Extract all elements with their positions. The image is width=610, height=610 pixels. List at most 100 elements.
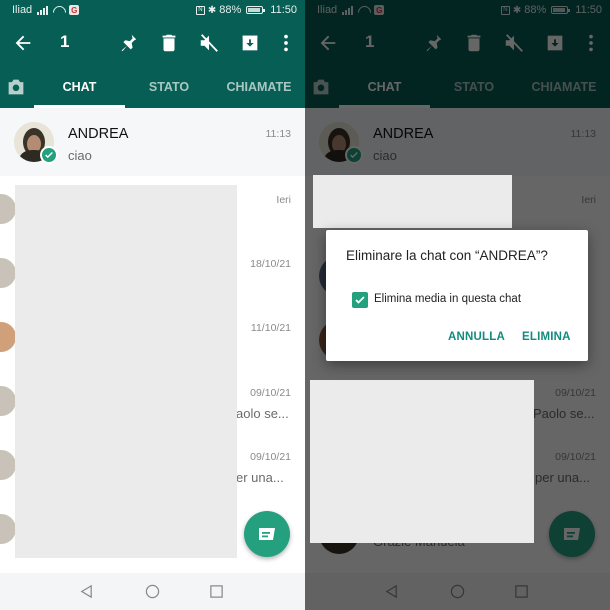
more-options-icon[interactable] — [580, 32, 602, 54]
checkmark-icon — [355, 296, 365, 304]
chat-time: 09/10/21 — [555, 451, 596, 463]
app-notification-icon: G — [69, 5, 80, 15]
battery-percent: 88% — [219, 4, 242, 16]
signal-icon — [342, 5, 354, 15]
selected-count: 1 — [365, 32, 375, 51]
chat-time: Ieri — [581, 194, 596, 206]
chat-time: 09/10/21 — [250, 451, 291, 463]
chat-time: 18/10/21 — [250, 258, 291, 270]
bluetooth-icon: ✱ — [512, 4, 522, 16]
avatar — [0, 450, 16, 480]
avatar — [0, 386, 16, 416]
pin-icon[interactable] — [117, 32, 139, 54]
redaction-block — [15, 185, 237, 558]
mute-icon[interactable] — [503, 32, 525, 54]
chat-row-selected[interactable]: ANDREA ciao 11:13 — [0, 108, 305, 176]
chat-list: ANDREA ciao 11:13 Ieri 18/10/21 11/10/21… — [0, 108, 305, 573]
phone-right-delete-dialog: Iliad G N ✱ 88% 11:50 1 CHAT STATO CHIAM… — [305, 0, 610, 610]
selected-check-icon — [345, 146, 363, 164]
delete-icon[interactable] — [463, 32, 485, 54]
camera-icon[interactable] — [6, 78, 26, 96]
pin-icon[interactable] — [422, 32, 444, 54]
chat-preview: aolo se... — [236, 406, 289, 421]
more-options-icon[interactable] — [275, 32, 297, 54]
delete-button[interactable]: ELIMINA — [522, 331, 571, 343]
avatar — [0, 514, 16, 544]
chat-preview: er una... — [236, 470, 284, 485]
tab-bar: CHAT STATO CHIAMATE — [305, 66, 610, 108]
system-nav-bar — [0, 573, 305, 610]
tab-chiamate[interactable]: CHIAMATE — [213, 66, 305, 108]
chat-time: Ieri — [276, 194, 291, 206]
dialog-title: Eliminare la chat con “ANDREA”? — [346, 248, 548, 263]
nfc-icon: N — [195, 5, 205, 15]
cancel-button[interactable]: ANNULLA — [448, 331, 505, 343]
camera-icon[interactable] — [311, 78, 331, 96]
selected-count: 1 — [60, 32, 70, 51]
avatar — [0, 322, 16, 352]
selection-action-bar: 1 — [0, 20, 305, 66]
nav-home-icon[interactable] — [450, 584, 465, 599]
new-chat-button[interactable] — [549, 511, 595, 557]
chat-preview: Paolo se... — [533, 406, 595, 421]
chat-preview: ciao — [68, 148, 92, 163]
redaction-block — [313, 175, 512, 228]
tab-bar: CHAT STATO CHIAMATE — [0, 66, 305, 108]
nav-recents-icon[interactable] — [514, 584, 529, 599]
back-arrow-icon[interactable] — [12, 32, 34, 54]
battery-icon — [551, 6, 571, 14]
chat-time: 11:13 — [570, 128, 597, 140]
battery-icon — [246, 6, 266, 14]
app-notification-icon: G — [374, 5, 385, 15]
screenshot-comparison: Iliad G N ✱ 88% 11:50 1 CHAT STATO CHIAM… — [0, 0, 610, 610]
tab-stato[interactable]: STATO — [430, 66, 518, 108]
nav-back-icon[interactable] — [384, 584, 399, 599]
delete-media-label[interactable]: Elimina media in questa chat — [374, 293, 521, 305]
carrier-label: Iliad — [317, 4, 338, 16]
bluetooth-icon: ✱ — [207, 4, 217, 16]
nfc-icon: N — [500, 5, 510, 15]
signal-icon — [37, 5, 49, 15]
archive-icon[interactable] — [544, 32, 566, 54]
new-chat-button[interactable] — [244, 511, 290, 557]
selection-action-bar: 1 — [305, 20, 610, 66]
mute-icon[interactable] — [198, 32, 220, 54]
tab-chat[interactable]: CHAT — [34, 66, 125, 108]
redaction-block — [310, 380, 534, 543]
clock: 11:50 — [575, 4, 602, 16]
new-chat-icon — [564, 528, 580, 540]
chat-name: ANDREA — [373, 126, 434, 142]
chat-time: 11/10/21 — [250, 322, 291, 334]
delete-media-checkbox[interactable] — [352, 292, 368, 308]
nav-back-icon[interactable] — [79, 584, 94, 599]
avatar — [0, 258, 16, 288]
nav-home-icon[interactable] — [145, 584, 160, 599]
selected-check-icon — [40, 146, 58, 164]
tab-stato[interactable]: STATO — [125, 66, 213, 108]
archive-icon[interactable] — [239, 32, 261, 54]
chat-preview: per una... — [535, 470, 590, 485]
delete-chat-dialog: Eliminare la chat con “ANDREA”? Elimina … — [326, 230, 588, 361]
chat-name: ANDREA — [68, 126, 129, 142]
system-nav-bar — [305, 573, 610, 610]
clock: 11:50 — [270, 4, 297, 16]
chat-time: 09/10/21 — [555, 387, 596, 399]
back-arrow-icon[interactable] — [317, 32, 339, 54]
tab-chat[interactable]: CHAT — [339, 66, 430, 108]
chat-time: 09/10/21 — [250, 387, 291, 399]
delete-icon[interactable] — [158, 32, 180, 54]
tab-chiamate[interactable]: CHIAMATE — [518, 66, 610, 108]
chat-time: 11:13 — [265, 128, 292, 140]
status-bar: Iliad G N ✱ 88% 11:50 — [305, 0, 610, 20]
phone-left-selection: Iliad G N ✱ 88% 11:50 1 CHAT STATO CHIAM… — [0, 0, 305, 610]
wifi-icon — [358, 6, 369, 15]
wifi-icon — [53, 6, 64, 15]
chat-preview: ciao — [373, 148, 397, 163]
battery-percent: 88% — [524, 4, 547, 16]
avatar — [0, 194, 16, 224]
carrier-label: Iliad — [12, 4, 33, 16]
status-bar: Iliad G N ✱ 88% 11:50 — [0, 0, 305, 20]
nav-recents-icon[interactable] — [209, 584, 224, 599]
new-chat-icon — [259, 528, 275, 540]
chat-row-selected[interactable]: ANDREA ciao 11:13 — [305, 108, 610, 176]
